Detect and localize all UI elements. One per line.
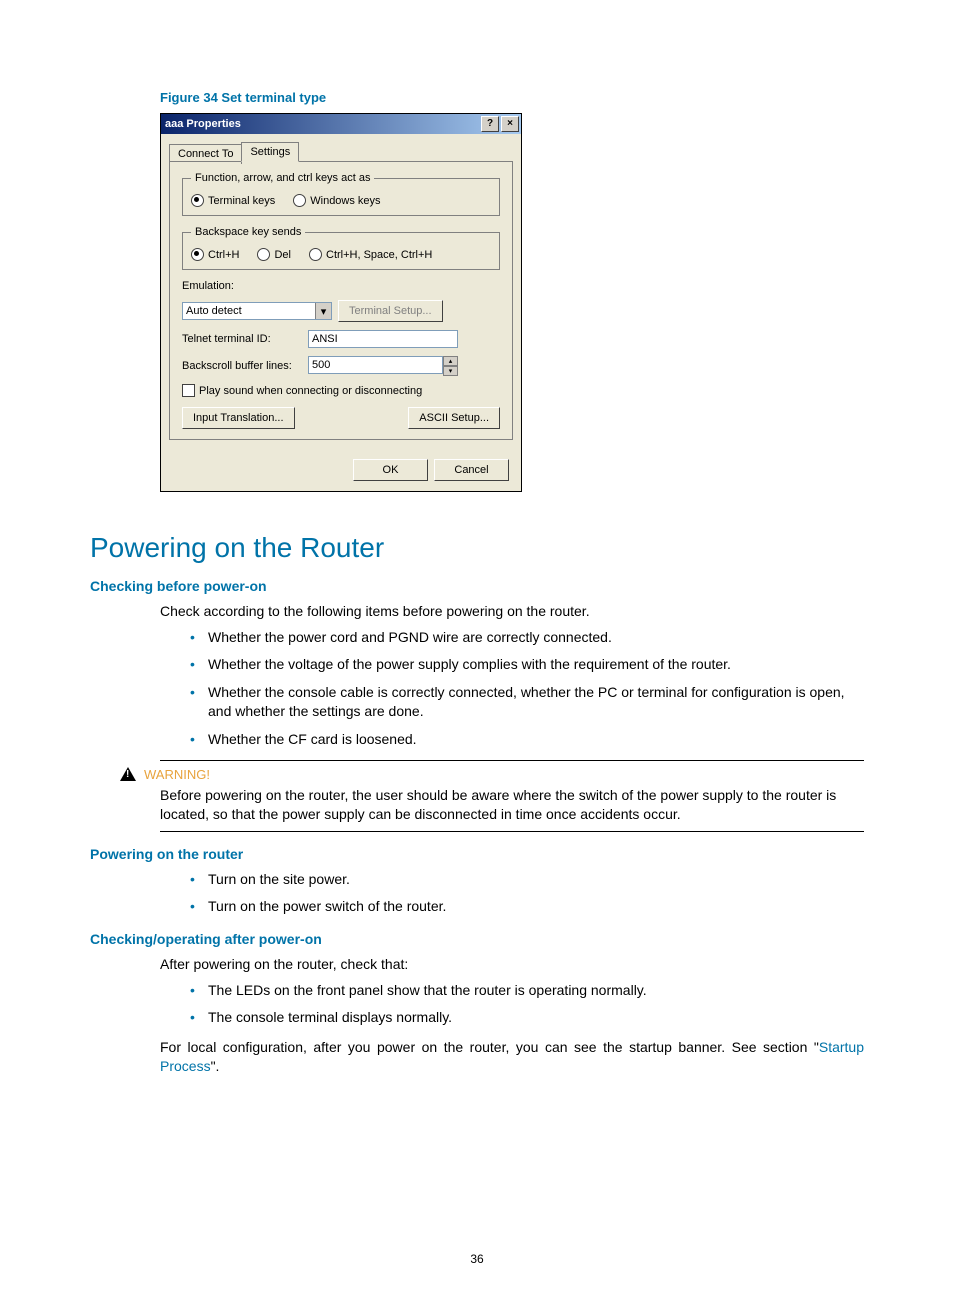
bullet-list-poweron: Turn on the site power. Turn on the powe… (190, 870, 864, 917)
telnet-id-input[interactable]: ANSI (308, 330, 458, 348)
group-backspace: Backspace key sends Ctrl+H Del Ctrl+H, S… (182, 226, 500, 270)
list-item: Whether the console cable is correctly c… (190, 683, 864, 722)
ok-button[interactable]: OK (353, 459, 428, 481)
warning-text: Before powering on the router, the user … (160, 786, 864, 825)
emulation-label: Emulation: (182, 280, 302, 292)
radio-del[interactable]: Del (257, 248, 291, 261)
list-item: Whether the CF card is loosened. (190, 730, 864, 750)
list-item: Whether the power cord and PGND wire are… (190, 628, 864, 648)
emulation-combo[interactable]: Auto detect ▾ (182, 302, 332, 320)
play-sound-label: Play sound when connecting or disconnect… (199, 385, 422, 397)
intro-paragraph-after: After powering on the router, check that… (160, 955, 864, 975)
close-icon[interactable]: × (501, 116, 519, 132)
warning-label: WARNING! (144, 767, 210, 782)
local-config-paragraph: For local configuration, after you power… (160, 1038, 864, 1077)
window-title: aaa Properties (165, 118, 241, 130)
spin-down-icon[interactable]: ▾ (443, 366, 458, 376)
tab-strip: Connect To Settings (169, 142, 513, 162)
dialog-footer: OK Cancel (161, 449, 521, 491)
subheading-powering-on: Powering on the router (90, 846, 864, 862)
backscroll-label: Backscroll buffer lines: (182, 360, 302, 372)
subheading-checking-before: Checking before power-on (90, 578, 864, 594)
figure-caption: Figure 34 Set terminal type (160, 90, 864, 105)
chevron-down-icon: ▾ (315, 303, 331, 319)
radio-windows-keys[interactable]: Windows keys (293, 194, 380, 207)
cancel-button[interactable]: Cancel (434, 459, 509, 481)
ascii-setup-button[interactable]: ASCII Setup... (408, 407, 500, 429)
list-item: The LEDs on the front panel show that th… (190, 981, 864, 1001)
group-function-keys: Function, arrow, and ctrl keys act as Te… (182, 172, 500, 216)
group-function-keys-legend: Function, arrow, and ctrl keys act as (191, 172, 374, 184)
backscroll-spinner[interactable]: 500 ▴▾ (308, 356, 458, 376)
radio-icon (257, 248, 270, 261)
radio-ctrlh[interactable]: Ctrl+H (191, 248, 239, 261)
terminal-setup-button[interactable]: Terminal Setup... (338, 300, 443, 322)
warning-box: WARNING! Before powering on the router, … (160, 760, 864, 832)
list-item: The console terminal displays normally. (190, 1008, 864, 1028)
radio-icon (293, 194, 306, 207)
radio-icon (191, 248, 204, 261)
section-heading: Powering on the Router (90, 532, 864, 564)
tab-settings[interactable]: Settings (241, 142, 299, 162)
help-icon[interactable]: ? (481, 116, 499, 132)
input-translation-button[interactable]: Input Translation... (182, 407, 295, 429)
subheading-checking-after: Checking/operating after power-on (90, 931, 864, 947)
emulation-value: Auto detect (186, 305, 242, 317)
spin-up-icon[interactable]: ▴ (443, 356, 458, 366)
radio-icon (309, 248, 322, 261)
warning-icon (120, 767, 136, 781)
page-number: 36 (0, 1252, 954, 1266)
bullet-list-after: The LEDs on the front panel show that th… (190, 981, 864, 1028)
checkbox-play-sound[interactable] (182, 384, 195, 397)
properties-dialog: aaa Properties ? × Connect To Settings F… (160, 113, 522, 492)
bullet-list-before: Whether the power cord and PGND wire are… (190, 628, 864, 750)
list-item: Turn on the site power. (190, 870, 864, 890)
titlebar: aaa Properties ? × (161, 114, 521, 134)
radio-terminal-keys[interactable]: Terminal keys (191, 194, 275, 207)
list-item: Turn on the power switch of the router. (190, 897, 864, 917)
list-item: Whether the voltage of the power supply … (190, 655, 864, 675)
radio-icon (191, 194, 204, 207)
radio-ctrlh-space[interactable]: Ctrl+H, Space, Ctrl+H (309, 248, 432, 261)
page: Figure 34 Set terminal type aaa Properti… (0, 0, 954, 1296)
group-backspace-legend: Backspace key sends (191, 226, 305, 238)
telnet-id-label: Telnet terminal ID: (182, 333, 302, 345)
tab-panel-settings: Function, arrow, and ctrl keys act as Te… (169, 161, 513, 440)
intro-paragraph: Check according to the following items b… (160, 602, 864, 622)
